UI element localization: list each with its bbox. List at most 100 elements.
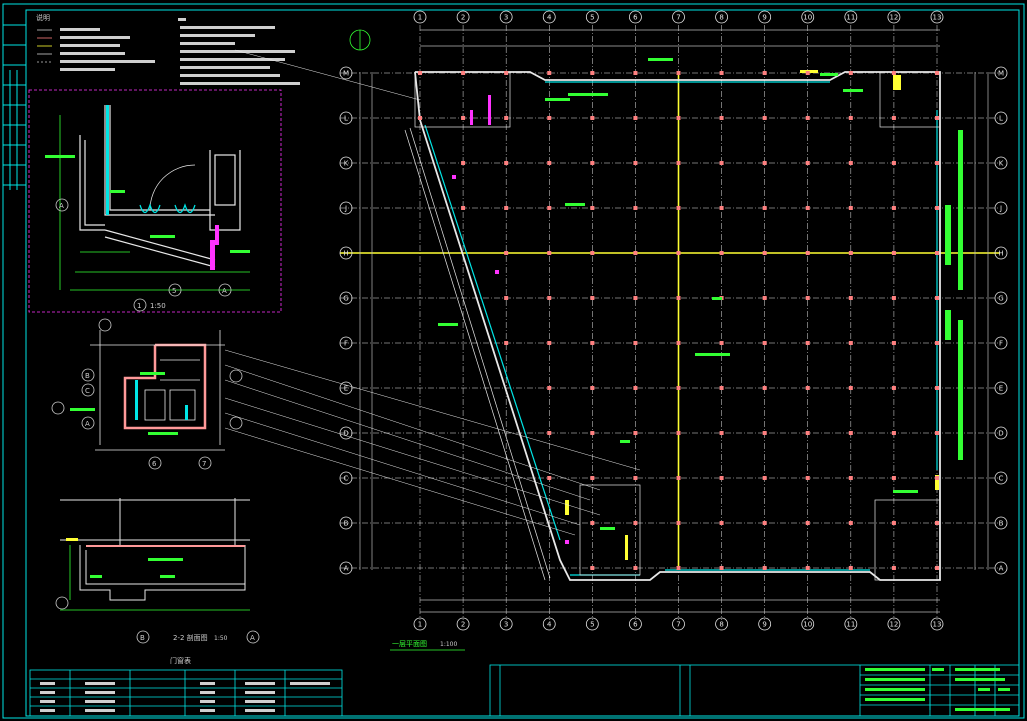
column (547, 206, 552, 210)
column (504, 251, 509, 255)
column (590, 296, 595, 300)
axis-label-col: 1 (418, 621, 422, 629)
column (848, 521, 853, 525)
column (633, 476, 638, 480)
column (590, 116, 595, 120)
column (891, 251, 896, 255)
axis-label-col: 7 (676, 621, 680, 629)
column (762, 521, 767, 525)
column (547, 341, 552, 345)
column (848, 341, 853, 345)
column (848, 206, 853, 210)
column (590, 566, 595, 570)
column (762, 386, 767, 390)
column (891, 386, 896, 390)
detail1-axis-5: 5 (172, 287, 176, 295)
axis-label-row: J (344, 205, 347, 213)
axis-label-col: 1 (418, 14, 422, 22)
column (633, 206, 638, 210)
column (633, 71, 638, 75)
column (935, 251, 939, 255)
axis-label-row: A (344, 565, 349, 573)
column (935, 161, 939, 165)
column (676, 341, 681, 345)
axis-label-col: 6 (633, 14, 638, 22)
column (590, 71, 595, 75)
axis-label-row: L (344, 115, 348, 123)
column (590, 251, 595, 255)
column (805, 386, 810, 390)
column (805, 431, 810, 435)
column (547, 296, 552, 300)
column (719, 71, 724, 75)
detail2-axis-a: A (85, 420, 90, 428)
column (676, 431, 681, 435)
axis-label-col: 12 (889, 14, 898, 22)
axis-label-row: H (998, 250, 1003, 258)
detail1-title: 1 (137, 302, 141, 310)
axis-label-col: 4 (547, 14, 552, 22)
column (805, 161, 810, 165)
axis-label-col: 13 (933, 621, 942, 629)
column (891, 116, 896, 120)
axis-label-row: F (999, 340, 1003, 348)
column (461, 71, 466, 75)
column (891, 341, 896, 345)
column (418, 116, 422, 120)
axis-label-row: A (999, 565, 1004, 573)
column (504, 71, 509, 75)
column (676, 161, 681, 165)
column (848, 386, 853, 390)
column (719, 341, 724, 345)
detail1-axis-a-left: A (59, 202, 64, 210)
axis-label-col: 11 (846, 621, 855, 629)
column (848, 116, 853, 120)
axis-label-row: C (344, 475, 349, 483)
section-scale: 1:50 (214, 635, 228, 642)
axis-label-row: K (344, 160, 349, 168)
column (633, 566, 638, 570)
column (504, 341, 509, 345)
plan-scale: 1:100 (440, 641, 457, 648)
column (633, 521, 638, 525)
column (805, 71, 810, 75)
column (547, 251, 552, 255)
column (805, 296, 810, 300)
column (504, 161, 509, 165)
column (891, 206, 896, 210)
axis-label-row: M (343, 70, 349, 78)
column (676, 566, 681, 570)
table-title: 门窗表 (170, 656, 191, 665)
column (504, 116, 509, 120)
column (590, 521, 595, 525)
axis-label-col: 8 (719, 621, 723, 629)
column (891, 566, 896, 570)
column (805, 476, 810, 480)
axis-label-col: 4 (547, 621, 552, 629)
axis-label-col: 10 (803, 14, 812, 22)
column (805, 521, 810, 525)
detail1-axis-a-bottom: A (222, 287, 227, 295)
column (719, 476, 724, 480)
column (935, 206, 939, 210)
column (805, 341, 810, 345)
axis-label-col: 7 (676, 14, 680, 22)
axis-label-row: J (999, 205, 1002, 213)
column (719, 386, 724, 390)
column (762, 566, 767, 570)
column (676, 251, 681, 255)
detail2-axis-6: 6 (152, 460, 157, 468)
column (891, 521, 896, 525)
column (935, 341, 939, 345)
column (891, 71, 896, 75)
column (935, 116, 939, 120)
column (719, 431, 724, 435)
column (935, 71, 939, 75)
column (891, 476, 896, 480)
column (590, 386, 595, 390)
column (547, 161, 552, 165)
column (719, 251, 724, 255)
axis-label-row: E (344, 385, 348, 393)
axis-label-row: G (343, 295, 348, 303)
column (461, 116, 466, 120)
